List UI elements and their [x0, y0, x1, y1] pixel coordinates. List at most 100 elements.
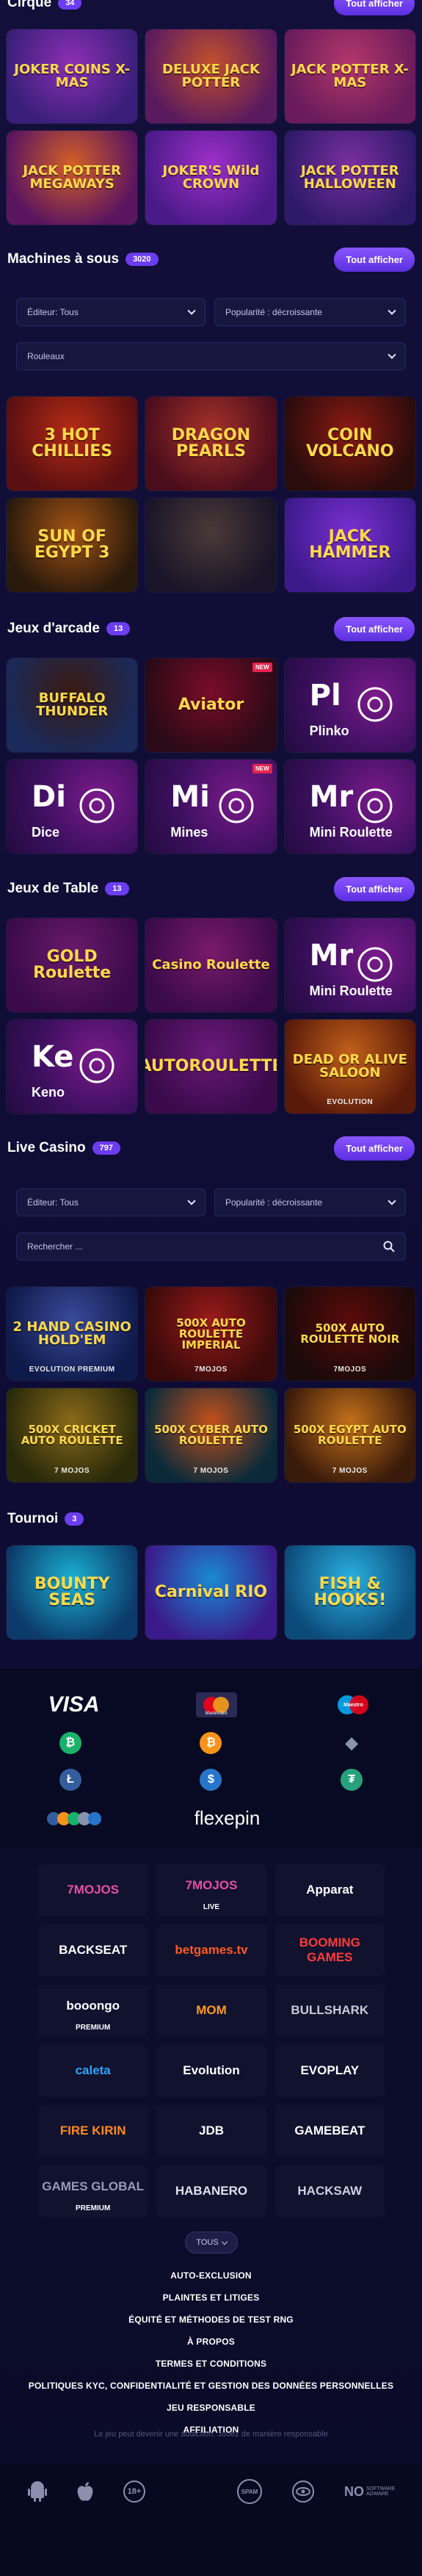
- provider-logo[interactable]: HACKSAW: [274, 2165, 385, 2217]
- game-provider: EVOLUTION: [327, 1098, 374, 1106]
- game-tile[interactable]: 500X CRICKET AUTO ROULETTE 7 MOJOS: [7, 1388, 138, 1482]
- game-tile[interactable]: JOKER COINS X-MAS: [7, 29, 138, 123]
- show-all-button[interactable]: Tout afficher: [334, 616, 415, 641]
- provider-logo[interactable]: BOOMING GAMES: [274, 1924, 385, 1976]
- chevron-down-icon: [187, 306, 196, 315]
- game-tile[interactable]: DEAD OR ALIVE SALOON EVOLUTION: [284, 1020, 415, 1114]
- footer-link[interactable]: PLAINTES ET LITIGES: [0, 2287, 422, 2309]
- provider-logo[interactable]: HABANERO: [156, 2165, 266, 2217]
- provider-logo[interactable]: BULLSHARK: [274, 1985, 385, 2036]
- game-title: JACK HAMMER: [309, 527, 391, 562]
- provider-logo[interactable]: FIRE KIRIN: [38, 2105, 148, 2157]
- game-icon: [357, 947, 393, 982]
- footer-link[interactable]: TERMES ET CONDITIONS: [0, 2353, 422, 2375]
- game-title: SUN OF EGYPT 3: [34, 527, 110, 562]
- provider-logo[interactable]: BACKSEAT: [38, 1924, 148, 1976]
- age-18-icon: 18+: [123, 2481, 145, 2503]
- provider-logo[interactable]: Evolution: [156, 2045, 266, 2096]
- game-tile[interactable]: Mi Mines NEW: [145, 760, 277, 854]
- provider-logo[interactable]: 7MOJOS: [38, 1864, 148, 1916]
- game-title: Dice: [32, 825, 60, 840]
- game-tile[interactable]: JOKER'S Wild CROWN: [145, 131, 277, 225]
- game-tile[interactable]: Casino Roulette: [145, 918, 277, 1012]
- no-software-icon: NO SOFTWARE ADWARE: [344, 2483, 396, 2499]
- game-tile[interactable]: Mr Mini Roulette: [284, 760, 415, 854]
- editor-select[interactable]: Éditeur: Tous: [16, 298, 205, 326]
- arcade-games-grid: BUFFALO THUNDER Aviator NEW Pl Plinko Di Dice M…: [7, 658, 415, 861]
- game-title: 3 HOT CHILLIES: [32, 426, 113, 461]
- popularity-select[interactable]: Popularité : décroissante: [214, 298, 406, 326]
- provider-name: EVOPLAY: [300, 2063, 360, 2077]
- game-tile[interactable]: Aviator NEW: [145, 658, 277, 752]
- visa-logo: VISA: [48, 1692, 100, 1717]
- reels-select[interactable]: Rouleaux: [16, 342, 406, 370]
- game-tile[interactable]: Carnival RIO: [145, 1545, 277, 1639]
- game-tile[interactable]: DRAGON PEARLS: [145, 397, 277, 491]
- provider-logo[interactable]: JDB: [156, 2105, 266, 2157]
- provider-logo[interactable]: Apparat: [274, 1864, 385, 1916]
- game-title: Mines: [170, 825, 208, 840]
- game-tile[interactable]: 500X EGYPT AUTO ROULETTE 7 MOJOS: [284, 1388, 415, 1482]
- game-provider: 7MOJOS: [333, 1365, 367, 1374]
- chevron-down-icon: [388, 1197, 396, 1205]
- game-tile[interactable]: 2 HAND CASINO HOLD'EM EVOLUTION PREMIUM: [7, 1287, 138, 1381]
- provider-logo[interactable]: caleta: [38, 2045, 148, 2096]
- show-all-button[interactable]: Tout afficher: [334, 1136, 415, 1161]
- game-tile[interactable]: Pl Plinko: [284, 658, 415, 752]
- game-abbreviation: Mr: [309, 939, 354, 973]
- game-tile[interactable]: 500X CYBER AUTO ROULETTE 7 MOJOS: [145, 1388, 277, 1482]
- provider-logo[interactable]: GAMES GLOBAL PREMIUM: [38, 2165, 148, 2217]
- game-title: 500X AUTO ROULETTE IMPERIAL: [176, 1316, 246, 1352]
- game-title: DRAGON PEARLS: [171, 426, 251, 461]
- provider-logo[interactable]: EVOPLAY: [274, 2045, 385, 2096]
- new-badge: NEW: [252, 764, 272, 773]
- provider-logo[interactable]: MOM: [156, 1985, 266, 2036]
- provider-logo[interactable]: GAMEBEAT: [274, 2105, 385, 2157]
- payment-methods: VISA Mastercard Maestro ₿ ₿ ◆ Ł $ ₮ flex…: [0, 1669, 422, 1848]
- game-title: 500X CYBER AUTO ROULETTE: [154, 1423, 268, 1447]
- game-title: JOKER COINS X-MAS: [14, 62, 131, 90]
- game-tile[interactable]: GOLD Roulette: [7, 918, 138, 1012]
- show-all-button[interactable]: Tout afficher: [334, 876, 415, 901]
- game-tile[interactable]: JACK POTTER HALLOWEEN: [284, 131, 415, 225]
- game-tile[interactable]: JACK POTTER X-MAS: [284, 29, 415, 123]
- game-tile[interactable]: Mr Mini Roulette: [284, 918, 415, 1012]
- footer-link[interactable]: POLITIQUES KYC, CONFIDENTIALITÉ ET GESTI…: [0, 2375, 422, 2397]
- footer-link[interactable]: JEU RESPONSABLE: [0, 2397, 422, 2419]
- footer-link[interactable]: AUTO-EXCLUSION: [0, 2265, 422, 2287]
- footer-link[interactable]: ÉQUITÉ ET MÉTHODES DE TEST RNG: [0, 2309, 422, 2331]
- game-abbreviation: Ke: [32, 1040, 74, 1074]
- providers-all-toggle[interactable]: TOUS: [185, 2232, 238, 2254]
- game-tile[interactable]: 500X AUTO ROULETTE NOIR 7MOJOS: [284, 1287, 415, 1381]
- provider-logo[interactable]: booongo PREMIUM: [38, 1985, 148, 2036]
- provider-name: HACKSAW: [297, 2184, 363, 2198]
- game-tile[interactable]: FISH & HOOKS!: [284, 1545, 415, 1639]
- provider-logo[interactable]: 7MOJOS LIVE: [156, 1864, 266, 1916]
- game-tile[interactable]: AUTOROULETTE: [145, 1020, 277, 1114]
- game-tile[interactable]: BUFFALO THUNDER: [7, 658, 138, 752]
- game-tile[interactable]: Ke Keno: [7, 1020, 138, 1114]
- game-tile[interactable]: COIN VOLCANO: [284, 397, 415, 491]
- show-all-button[interactable]: Tout afficher: [334, 247, 415, 272]
- game-tile[interactable]: DELUXE JACK POTTER: [145, 29, 277, 123]
- section-header-live: Live Casino 797 Tout afficher: [7, 1133, 415, 1163]
- search-icon: [383, 1241, 395, 1252]
- live-popularity-select[interactable]: Popularité : décroissante: [214, 1188, 406, 1216]
- live-editor-select[interactable]: Éditeur: Tous: [16, 1188, 205, 1216]
- game-tile[interactable]: [145, 498, 277, 592]
- game-title: DELUXE JACK POTTER: [162, 62, 260, 90]
- live-popularity-select-label: Popularité : décroissante: [225, 1197, 323, 1208]
- provider-logo[interactable]: betgames.tv: [156, 1924, 266, 1976]
- game-tile[interactable]: SUN OF EGYPT 3: [7, 498, 138, 592]
- game-tile[interactable]: Di Dice: [7, 760, 138, 854]
- game-tile[interactable]: JACK POTTER MEGAWAYS: [7, 131, 138, 225]
- show-all-button[interactable]: Tout afficher: [334, 0, 415, 15]
- game-title: JACK POTTER X-MAS: [291, 62, 409, 90]
- game-abbreviation: Di: [32, 780, 66, 814]
- footer-link[interactable]: À PROPOS: [0, 2331, 422, 2353]
- game-tile[interactable]: 500X AUTO ROULETTE IMPERIAL 7MOJOS: [145, 1287, 277, 1381]
- live-search-input[interactable]: Rechercher ...: [16, 1233, 406, 1260]
- game-tile[interactable]: 3 HOT CHILLIES: [7, 397, 138, 491]
- game-tile[interactable]: BOUNTY SEAS: [7, 1545, 138, 1639]
- game-tile[interactable]: JACK HAMMER: [284, 498, 415, 592]
